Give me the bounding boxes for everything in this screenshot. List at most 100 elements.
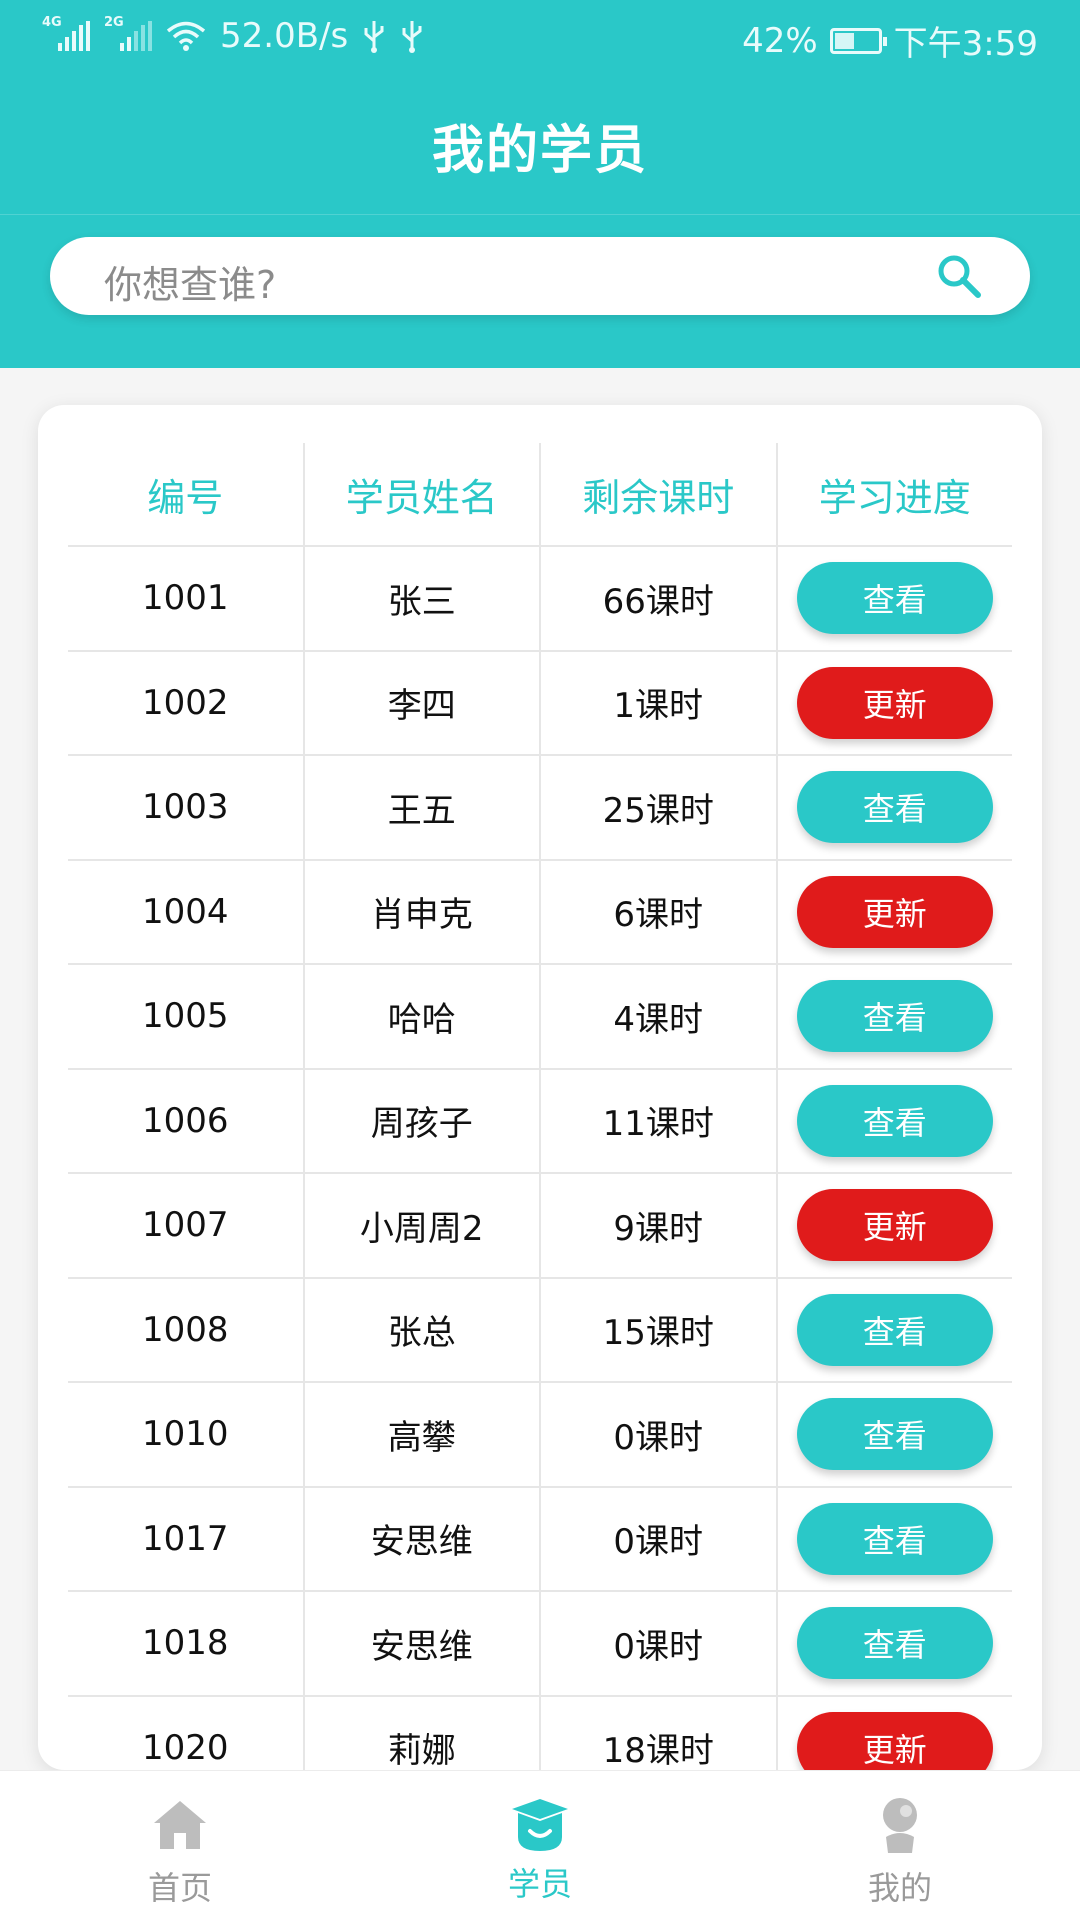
progress-cell: 查看 [778, 1279, 1013, 1382]
view-button[interactable]: 查看 [796, 1084, 993, 1157]
header-divider [0, 214, 1080, 215]
view-button[interactable]: 查看 [796, 1502, 993, 1575]
signal-2g-icon: 2G [104, 15, 152, 51]
progress-cell: 查看 [778, 1070, 1013, 1173]
table-row: 1007 小周周2 9课时 更新 [68, 1174, 1012, 1279]
status-time: 下午3:59 [893, 24, 1038, 64]
table-row: 1020 莉娜 18课时 更新 [68, 1696, 1013, 1770]
status-left: 4G 2G 52.0B/s [42, 15, 424, 56]
student-id: 1003 [68, 756, 305, 859]
usb-icon [364, 21, 384, 53]
student-name: 高攀 [305, 1383, 541, 1486]
student-name: 王五 [305, 756, 541, 859]
progress-cell: 查看 [778, 1383, 1013, 1486]
status-bar: 4G 2G 52.0B/s 42% 下午3:59 [0, 0, 1080, 76]
home-icon [154, 1801, 206, 1849]
student-id: 1006 [68, 1069, 305, 1172]
search-placeholder: 你想查谁? [104, 263, 277, 307]
remaining-hours: 66课时 [541, 547, 778, 650]
student-id: 1007 [68, 1174, 305, 1277]
student-id: 1008 [68, 1278, 305, 1381]
update-button[interactable]: 更新 [796, 875, 993, 948]
remaining-hours: 6课时 [541, 860, 778, 963]
signal-4g-icon: 4G [42, 15, 90, 51]
student-name: 李四 [305, 651, 541, 754]
remaining-hours: 0课时 [541, 1592, 778, 1695]
table-row: 1005 哈哈 4课时 查看 [68, 965, 1012, 1070]
header-bar: 4G 2G 52.0B/s 42% 下午3:59 我的学员 你想查谁? [0, 0, 1080, 368]
remaining-hours: 25课时 [541, 756, 778, 859]
network-speed: 52.0B/s [220, 16, 349, 56]
tab-mine-label: 我的 [867, 1869, 932, 1907]
tab-students-label: 学员 [507, 1865, 572, 1903]
view-button[interactable]: 查看 [796, 1398, 993, 1471]
progress-cell: 查看 [778, 756, 1013, 859]
graduation-cap-icon [512, 1799, 568, 1851]
view-button[interactable]: 查看 [796, 771, 993, 844]
search-icon[interactable] [934, 251, 984, 301]
update-button[interactable]: 更新 [796, 666, 993, 739]
table-row: 1004 肖申克 6课时 更新 [68, 860, 1013, 965]
status-right: 42% 下午3:59 [742, 16, 1038, 65]
student-name: 莉娜 [305, 1696, 541, 1770]
table-row: 1003 王五 25课时 查看 [68, 756, 1012, 861]
bottom-tab-bar: 首页 学员 我的 [0, 1770, 1080, 1920]
student-name: 小周周2 [305, 1174, 541, 1277]
student-name: 安思维 [305, 1592, 541, 1695]
remaining-hours: 18课时 [541, 1696, 778, 1770]
view-button[interactable]: 查看 [796, 980, 993, 1053]
students-table: 编号 学员姓名 剩余课时 学习进度 1001 张三 66课时 查看 1002 李四 1课时更… [68, 443, 1012, 1770]
column-header-hours: 剩余课时 [541, 443, 778, 545]
student-id: 1018 [68, 1592, 305, 1695]
remaining-hours: 11课时 [541, 1069, 778, 1172]
remaining-hours: 0课时 [541, 1383, 778, 1486]
remaining-hours: 1课时 [541, 651, 778, 754]
search-input[interactable]: 你想查谁? [50, 237, 1030, 315]
student-id: 1004 [68, 860, 305, 963]
battery-icon [829, 27, 887, 54]
update-button[interactable]: 更新 [796, 1189, 993, 1262]
usb-icon [402, 21, 422, 53]
table-row: 1008 张总 15课时 查看 [68, 1278, 1013, 1383]
student-name: 肖申克 [305, 860, 541, 963]
remaining-hours: 15课时 [541, 1278, 778, 1381]
tab-mine[interactable]: 我的 [720, 1771, 1080, 1920]
progress-cell: 更新 [778, 1697, 1013, 1770]
battery-percent: 42% [742, 20, 818, 61]
student-name: 周孩子 [305, 1069, 541, 1172]
progress-cell: 查看 [778, 1488, 1013, 1591]
column-header-name: 学员姓名 [305, 443, 541, 545]
tab-home-label: 首页 [147, 1869, 212, 1907]
progress-cell: 更新 [778, 1174, 1013, 1277]
signal-2g-label: 2G [104, 15, 124, 30]
remaining-hours: 4课时 [541, 965, 778, 1068]
wifi-icon [166, 21, 206, 51]
progress-cell: 更新 [778, 652, 1013, 755]
view-button[interactable]: 查看 [796, 562, 993, 635]
signal-4g-label: 4G [42, 15, 62, 30]
table-header: 编号 学员姓名 剩余课时 学习进度 [68, 443, 1012, 547]
remaining-hours: 0课时 [541, 1487, 778, 1590]
tab-home[interactable]: 首页 [0, 1771, 360, 1920]
student-id: 1017 [68, 1487, 305, 1590]
table-body: 1001 张三 66课时 查看 1002 李四 1课时 更新 1003 王五 25课时 查看 1004 肖… [68, 547, 1012, 1770]
user-icon [883, 1798, 917, 1853]
battery-level [834, 32, 854, 49]
view-button[interactable]: 查看 [796, 1293, 993, 1366]
student-id: 1005 [68, 965, 305, 1068]
student-id: 1001 [68, 547, 305, 650]
column-header-id: 编号 [68, 443, 305, 545]
view-button[interactable]: 查看 [796, 1607, 993, 1680]
progress-cell: 查看 [778, 547, 1013, 650]
column-header-progress: 学习进度 [818, 475, 971, 520]
page-title: 我的学员 [431, 121, 648, 181]
table-row: 1018 安思维 0课时 查看 [68, 1592, 1012, 1697]
table-row: 1006 周孩子 11课时 查看 [68, 1069, 1013, 1174]
student-id: 1010 [68, 1383, 305, 1486]
tab-students[interactable]: 学员 [360, 1771, 720, 1920]
students-card: 编号 学员姓名 剩余课时 学习进度 1001 张三 66课时 查看 1002 李四 1课时更… [38, 405, 1042, 1770]
table-row: 1010 高攀 0课时 查看 [68, 1383, 1012, 1488]
progress-cell: 更新 [778, 861, 1013, 964]
student-name: 张三 [305, 547, 541, 650]
update-button[interactable]: 更新 [796, 1711, 993, 1770]
